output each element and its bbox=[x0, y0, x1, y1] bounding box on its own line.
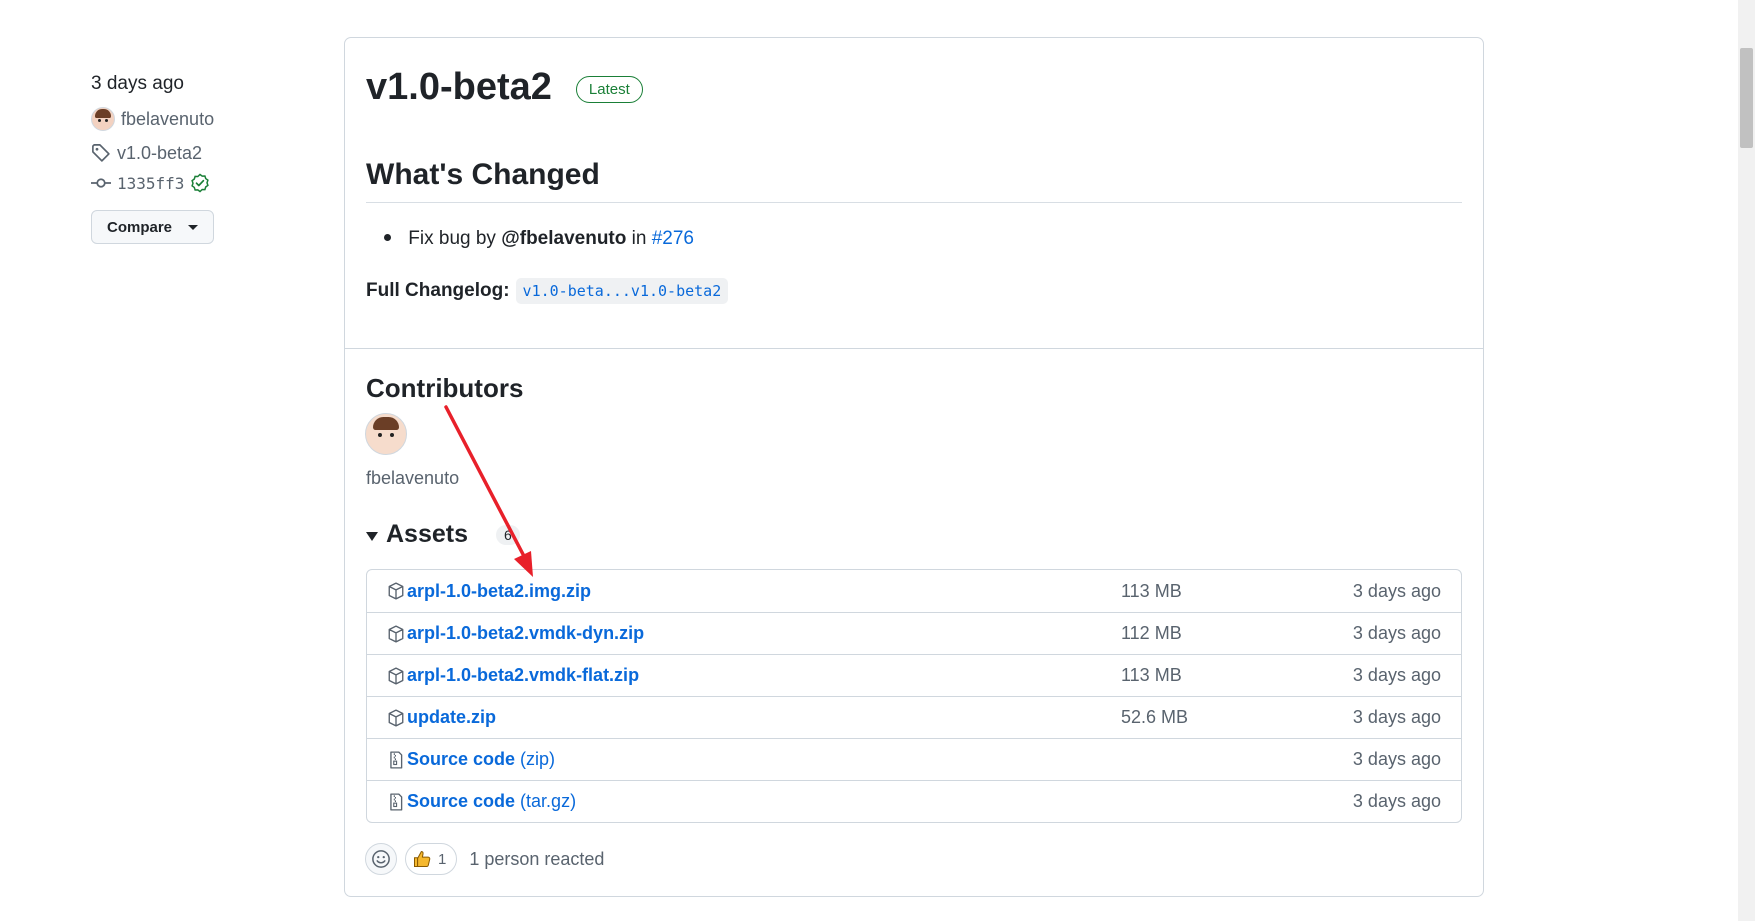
asset-link[interactable]: Source code bbox=[407, 749, 515, 770]
asset-row[interactable]: arpl-1.0-beta2.vmdk-flat.zip 113 MB 3 da… bbox=[367, 654, 1461, 696]
asset-name-cell: arpl-1.0-beta2.img.zip bbox=[367, 581, 1121, 602]
asset-row[interactable]: update.zip 52.6 MB 3 days ago bbox=[367, 696, 1461, 738]
change-in: in bbox=[631, 228, 647, 249]
asset-size: 113 MB bbox=[1121, 665, 1182, 685]
asset-size: 52.6 MB bbox=[1121, 707, 1189, 727]
asset-link[interactable]: arpl-1.0-beta2.vmdk-dyn.zip bbox=[407, 623, 644, 644]
asset-format[interactable]: (tar.gz) bbox=[520, 791, 576, 812]
assets-list: arpl-1.0-beta2.img.zip 113 MB 3 days ago… bbox=[366, 569, 1462, 823]
scrollbar-thumb[interactable] bbox=[1740, 48, 1753, 148]
latest-badge: Latest bbox=[575, 76, 643, 103]
full-changelog: Full Changelog: v1.0-beta...v1.0-beta2 bbox=[366, 278, 729, 304]
file-zip-icon bbox=[390, 792, 403, 811]
compare-label: Compare bbox=[107, 218, 173, 236]
asset-format[interactable]: (zip) bbox=[520, 749, 555, 770]
whats-changed-heading: What's Changed bbox=[366, 158, 1462, 203]
asset-date: 3 days ago bbox=[1352, 623, 1441, 643]
change-prefix: Fix bug by bbox=[408, 228, 496, 249]
thumbs-up-count: 1 bbox=[438, 850, 447, 868]
assets-count: 6 bbox=[496, 524, 520, 545]
author-name[interactable]: fbelavenuto bbox=[121, 109, 214, 130]
avatar[interactable] bbox=[91, 107, 115, 131]
pr-link[interactable]: #276 bbox=[652, 228, 694, 249]
thumbs-up-icon bbox=[414, 851, 431, 867]
release-header: v1.0-beta2 Latest bbox=[366, 66, 643, 109]
asset-row[interactable]: Source code (zip) 3 days ago bbox=[367, 738, 1461, 780]
package-icon bbox=[388, 624, 404, 643]
smiley-icon bbox=[372, 850, 390, 868]
contributors-heading: Contributors bbox=[366, 373, 524, 403]
asset-date: 3 days ago bbox=[1352, 580, 1441, 601]
commit-sha[interactable]: 1335ff3 bbox=[117, 174, 184, 193]
reactions: 1 1 person reacted bbox=[365, 843, 604, 875]
triangle-down-icon bbox=[366, 531, 378, 541]
commit-icon bbox=[91, 178, 111, 188]
release-card: v1.0-beta2 Latest What's Changed Fix bug… bbox=[344, 37, 1484, 897]
asset-name-cell: arpl-1.0-beta2.vmdk-dyn.zip bbox=[367, 623, 1121, 644]
asset-link[interactable]: Source code bbox=[407, 791, 515, 812]
asset-date: 3 days ago bbox=[1352, 749, 1441, 769]
changelog-label: Full Changelog: bbox=[366, 280, 510, 301]
changelog-link[interactable]: v1.0-beta...v1.0-beta2 bbox=[515, 278, 729, 304]
release-tag[interactable]: v1.0-beta2 bbox=[91, 140, 291, 166]
change-list: Fix bug by @fbelavenuto in #276 bbox=[366, 228, 694, 250]
package-icon bbox=[388, 666, 404, 685]
asset-size: 113 MB bbox=[1121, 580, 1182, 601]
release-commit[interactable]: 1335ff3 bbox=[91, 170, 291, 196]
change-user-link[interactable]: @fbelavenuto bbox=[501, 228, 626, 249]
add-reaction-button[interactable] bbox=[365, 843, 397, 875]
asset-row[interactable]: arpl-1.0-beta2.img.zip 113 MB 3 days ago bbox=[367, 570, 1461, 612]
package-icon bbox=[388, 582, 404, 600]
asset-name-cell: Source code (tar.gz) bbox=[367, 791, 1121, 812]
asset-row[interactable]: arpl-1.0-beta2.vmdk-dyn.zip 112 MB 3 day… bbox=[367, 612, 1461, 654]
asset-row[interactable]: Source code (tar.gz) 3 days ago bbox=[367, 780, 1461, 822]
thumbs-up-reaction[interactable]: 1 bbox=[405, 843, 458, 875]
asset-date: 3 days ago bbox=[1352, 707, 1441, 727]
asset-date: 3 days ago bbox=[1352, 791, 1441, 811]
release-title[interactable]: v1.0-beta2 bbox=[366, 66, 552, 109]
package-icon bbox=[388, 708, 404, 727]
contributor-avatar[interactable] bbox=[365, 413, 407, 455]
assets-toggle[interactable]: Assets 6 bbox=[366, 520, 520, 549]
tag-icon bbox=[92, 144, 110, 162]
asset-name-cell: update.zip bbox=[367, 707, 1121, 728]
asset-link[interactable]: arpl-1.0-beta2.vmdk-flat.zip bbox=[407, 665, 639, 686]
asset-date: 3 days ago bbox=[1352, 665, 1441, 685]
bullet bbox=[384, 234, 391, 241]
asset-name-cell: arpl-1.0-beta2.vmdk-flat.zip bbox=[367, 665, 1121, 686]
release-body: v1.0-beta2 Latest What's Changed Fix bug… bbox=[345, 38, 1483, 349]
reaction-summary: 1 person reacted bbox=[469, 848, 605, 869]
asset-link[interactable]: update.zip bbox=[407, 707, 496, 728]
page-scrollbar[interactable] bbox=[1738, 0, 1755, 921]
tag-name[interactable]: v1.0-beta2 bbox=[117, 143, 202, 164]
contributor-name[interactable]: fbelavenuto bbox=[366, 468, 459, 489]
file-zip-icon bbox=[390, 750, 403, 769]
asset-size: 112 MB bbox=[1121, 623, 1182, 643]
compare-button[interactable]: Compare bbox=[91, 210, 215, 244]
release-author[interactable]: fbelavenuto bbox=[91, 106, 291, 132]
verified-check-icon bbox=[191, 173, 210, 193]
assets-heading: Assets bbox=[386, 520, 468, 548]
asset-link[interactable]: arpl-1.0-beta2.img.zip bbox=[407, 581, 591, 602]
release-meta: 3 days ago fbelavenuto v1.0-beta2 1335ff… bbox=[91, 70, 291, 244]
asset-name-cell: Source code (zip) bbox=[367, 749, 1121, 770]
chevron-down-icon bbox=[188, 224, 199, 230]
release-date: 3 days ago bbox=[91, 73, 184, 94]
